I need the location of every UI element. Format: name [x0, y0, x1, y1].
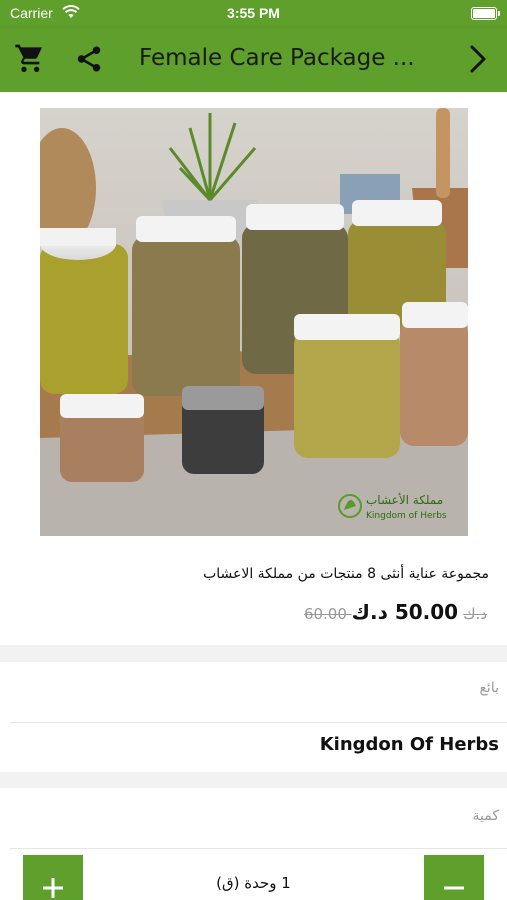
plus-icon	[43, 878, 63, 898]
quantity-section: كمية 1 وحدة (ق)	[0, 788, 507, 900]
price-row: 60.00 د.ك 50.00 د.ك	[304, 600, 491, 624]
minus-icon	[444, 886, 464, 890]
quantity-value: 1 وحدة (ق)	[216, 874, 291, 892]
decrease-quantity-button[interactable]	[424, 855, 484, 900]
chevron-right-icon[interactable]	[467, 44, 489, 74]
cart-icon[interactable]	[14, 42, 46, 74]
image-logo-ar: مملكة الأعشاب	[366, 492, 443, 507]
product-image: مملكة الأعشاب Kingdom of Herbs	[40, 108, 468, 536]
seller-section: بائع Kingdon Of Herbs	[0, 662, 507, 772]
page-title: Female Care Package ...	[139, 45, 415, 71]
image-logo-en: Kingdom of Herbs	[366, 511, 447, 521]
clock: 3:55 PM	[227, 5, 280, 21]
nav-bar: Female Care Package ...	[0, 28, 507, 92]
seller-label: بائع	[479, 680, 499, 696]
battery-icon	[471, 7, 500, 20]
seller-name[interactable]: Kingdon Of Herbs	[320, 734, 499, 755]
increase-quantity-button[interactable]	[23, 855, 83, 900]
divider	[10, 848, 507, 849]
product-name: مجموعة عناية أنثى 8 منتجات من مملكة الاع…	[203, 566, 489, 582]
divider	[10, 722, 507, 723]
status-bar: Carrier 3:55 PM	[0, 0, 507, 28]
product-card: مملكة الأعشاب Kingdom of Herbs مجموعة عن…	[0, 92, 507, 645]
current-price: 50.00 د.ك	[351, 600, 459, 624]
share-icon[interactable]	[74, 44, 104, 74]
quantity-label: كمية	[472, 808, 500, 824]
